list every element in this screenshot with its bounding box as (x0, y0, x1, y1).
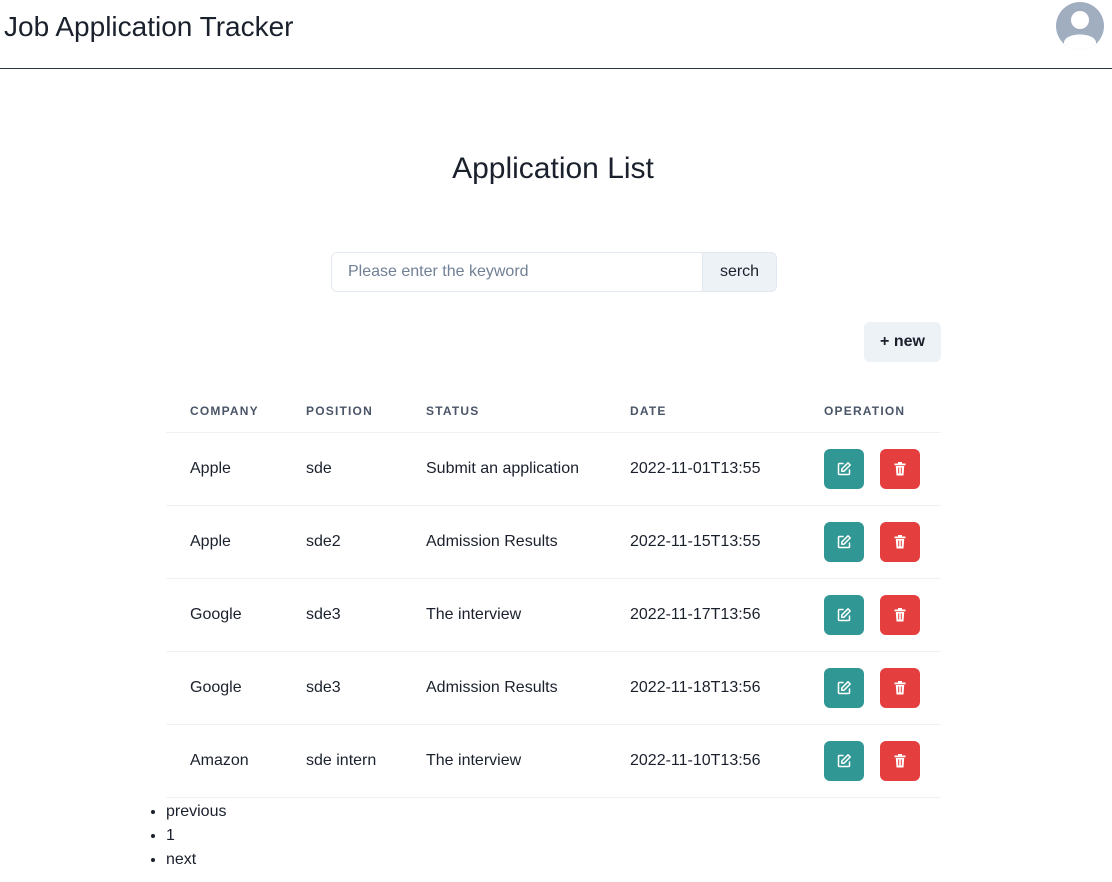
cell-status: The interview (402, 578, 606, 652)
cell-position: sde3 (282, 651, 402, 725)
delete-button[interactable] (880, 522, 920, 562)
page-title: Application List (452, 152, 654, 185)
pagination: previous 1 next (146, 800, 226, 872)
search-bar: serch (331, 252, 777, 292)
edit-icon (837, 608, 851, 622)
cell-date: 2022-11-10T13:56 (606, 724, 800, 798)
pagination-previous[interactable]: previous (166, 800, 226, 824)
cell-position: sde (282, 432, 402, 506)
user-avatar-icon[interactable] (1056, 2, 1104, 50)
pagination-next[interactable]: next (166, 848, 226, 872)
cell-date: 2022-11-17T13:56 (606, 578, 800, 652)
edit-button[interactable] (824, 522, 864, 562)
cell-date: 2022-11-01T13:55 (606, 432, 800, 506)
cell-date: 2022-11-18T13:56 (606, 651, 800, 725)
table-header-row: COMPANY POSITION STATUS DATE OPERATION (166, 390, 941, 433)
new-application-button[interactable]: + new (864, 322, 941, 362)
column-header-company: COMPANY (166, 390, 282, 433)
cell-company: Amazon (166, 724, 282, 798)
table-row: Apple sde Submit an application 2022-11-… (166, 432, 941, 506)
edit-icon (837, 462, 851, 476)
pagination-page-1[interactable]: 1 (166, 824, 226, 848)
cell-status: Admission Results (402, 505, 606, 579)
applications-table-container: COMPANY POSITION STATUS DATE OPERATION A… (166, 390, 941, 798)
cell-operation (800, 724, 941, 798)
table-row: Amazon sde intern The interview 2022-11-… (166, 724, 941, 798)
cell-company: Apple (166, 505, 282, 579)
edit-button[interactable] (824, 741, 864, 781)
trash-icon (894, 681, 906, 695)
table-row: Google sde3 Admission Results 2022-11-18… (166, 651, 941, 725)
table-row: Apple sde2 Admission Results 2022-11-15T… (166, 505, 941, 579)
search-button[interactable]: serch (702, 253, 776, 291)
edit-button[interactable] (824, 449, 864, 489)
cell-company: Apple (166, 432, 282, 506)
cell-operation (800, 505, 941, 579)
search-input[interactable] (332, 253, 702, 291)
trash-icon (894, 462, 906, 476)
app-title: Job Application Tracker (4, 11, 294, 42)
edit-button[interactable] (824, 668, 864, 708)
trash-icon (894, 754, 906, 768)
cell-company: Google (166, 651, 282, 725)
cell-operation (800, 432, 941, 506)
edit-icon (837, 754, 851, 768)
cell-position: sde intern (282, 724, 402, 798)
applications-table: COMPANY POSITION STATUS DATE OPERATION A… (166, 390, 941, 798)
cell-position: sde2 (282, 505, 402, 579)
column-header-status: STATUS (402, 390, 606, 433)
cell-operation (800, 578, 941, 652)
delete-button[interactable] (880, 741, 920, 781)
edit-button[interactable] (824, 595, 864, 635)
column-header-position: POSITION (282, 390, 402, 433)
edit-icon (837, 681, 851, 695)
cell-status: Admission Results (402, 651, 606, 725)
delete-button[interactable] (880, 449, 920, 489)
column-header-operation: OPERATION (800, 390, 941, 433)
column-header-date: DATE (606, 390, 800, 433)
delete-button[interactable] (880, 668, 920, 708)
edit-icon (837, 535, 851, 549)
cell-status: The interview (402, 724, 606, 798)
top-navbar: Job Application Tracker (0, 0, 1112, 69)
trash-icon (894, 608, 906, 622)
cell-operation (800, 651, 941, 725)
cell-status: Submit an application (402, 432, 606, 506)
delete-button[interactable] (880, 595, 920, 635)
trash-icon (894, 535, 906, 549)
cell-position: sde3 (282, 578, 402, 652)
cell-date: 2022-11-15T13:55 (606, 505, 800, 579)
cell-company: Google (166, 578, 282, 652)
table-row: Google sde3 The interview 2022-11-17T13:… (166, 578, 941, 652)
